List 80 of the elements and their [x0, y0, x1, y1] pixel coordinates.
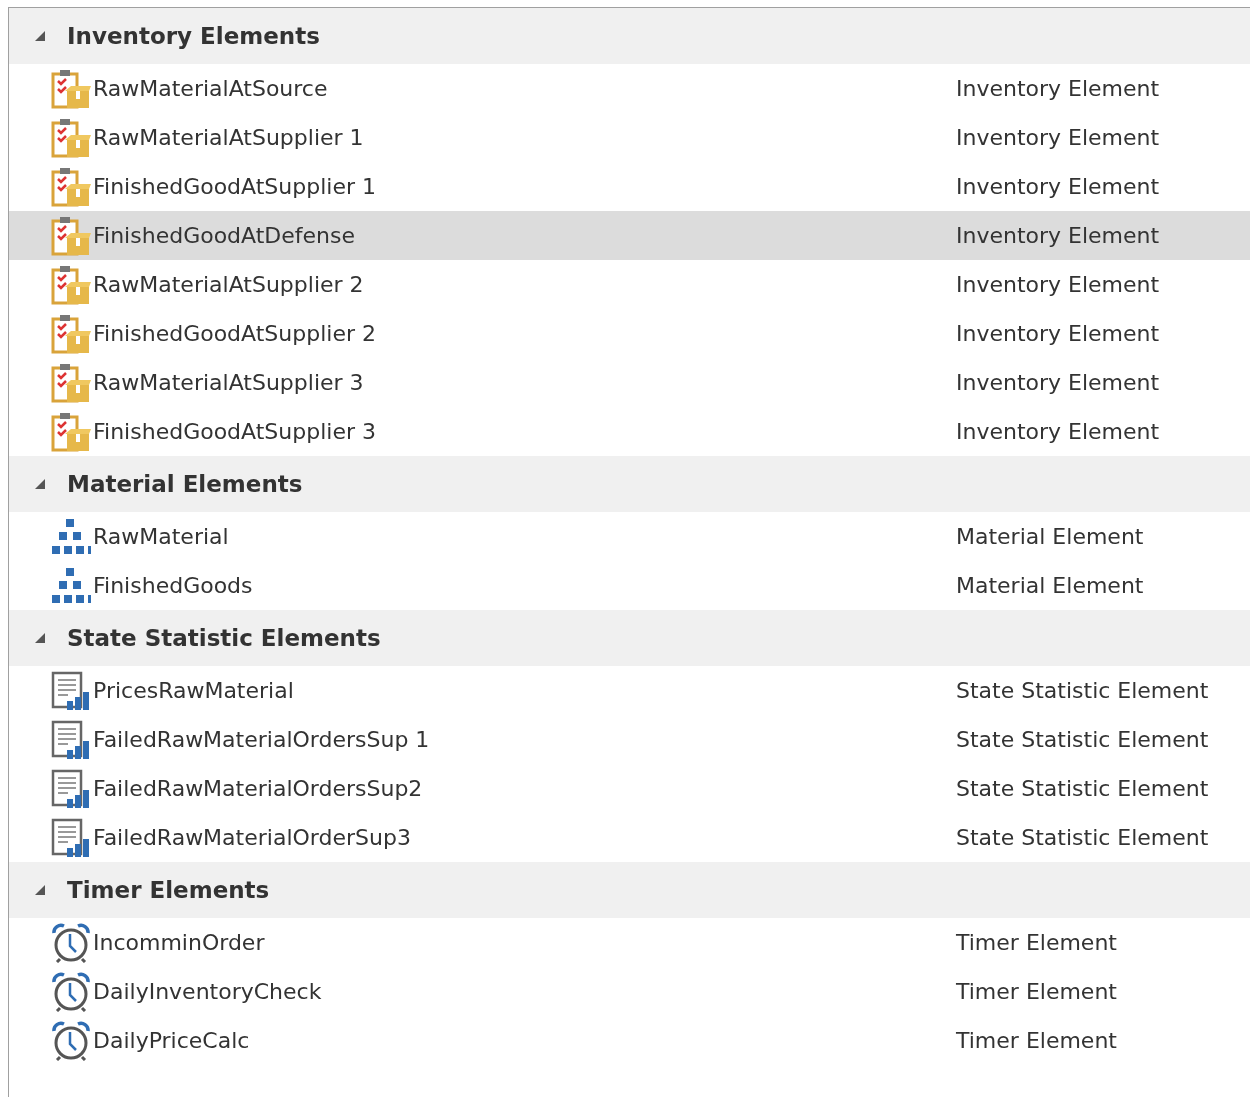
list-row[interactable]: RawMaterial Material Element: [9, 512, 1250, 561]
element-name: FinishedGoodAtDefense: [93, 223, 357, 248]
element-name: RawMaterialAtSource: [93, 76, 329, 101]
element-type: Material Element: [956, 524, 1144, 549]
list-row[interactable]: FinishedGoodAtSupplier 1 Inventory Element: [9, 162, 1250, 211]
element-name: RawMaterialAtSupplier 3: [93, 370, 365, 395]
element-type: Inventory Element: [956, 272, 1160, 297]
element-type: Inventory Element: [956, 223, 1160, 248]
clipboard-box-icon: [51, 117, 91, 158]
element-name: PricesRawMaterial: [93, 678, 295, 703]
pyramid-blocks-icon: [51, 565, 91, 606]
element-type: Material Element: [956, 573, 1144, 598]
clipboard-box-icon: [51, 215, 91, 256]
group-title: State Statistic Elements: [67, 625, 381, 651]
list-row[interactable]: IncomminOrder Timer Element: [9, 918, 1250, 967]
group-header[interactable]: Inventory Elements: [9, 8, 1250, 64]
list-row[interactable]: RawMaterialAtSupplier 1 Inventory Element: [9, 113, 1250, 162]
clipboard-box-icon: [51, 264, 91, 305]
element-type: State Statistic Element: [956, 727, 1209, 752]
element-type: Inventory Element: [956, 125, 1160, 150]
list-row[interactable]: FinishedGoodAtSupplier 3 Inventory Element: [9, 407, 1250, 456]
element-type: State Statistic Element: [956, 825, 1209, 850]
element-name: DailyPriceCalc: [93, 1028, 251, 1053]
group-header[interactable]: Timer Elements: [9, 862, 1250, 918]
group-title: Material Elements: [67, 471, 303, 497]
group-title: Inventory Elements: [67, 23, 320, 49]
element-name: FailedRawMaterialOrdersSup2: [93, 776, 424, 801]
element-type: Inventory Element: [956, 76, 1160, 101]
element-name: FinishedGoodAtSupplier 3: [93, 419, 377, 444]
element-name: FailedRawMaterialOrdersSup 1: [93, 727, 431, 752]
list-row[interactable]: RawMaterialAtSupplier 2 Inventory Element: [9, 260, 1250, 309]
list-row[interactable]: RawMaterialAtSupplier 3 Inventory Element: [9, 358, 1250, 407]
element-name: IncomminOrder: [93, 930, 266, 955]
report-chart-icon: [51, 670, 91, 711]
element-name: FinishedGoodAtSupplier 2: [93, 321, 377, 346]
element-type: Inventory Element: [956, 370, 1160, 395]
element-type: Timer Element: [956, 930, 1117, 955]
list-row[interactable]: PricesRawMaterial State Statistic Element: [9, 666, 1250, 715]
alarm-clock-icon: [51, 922, 91, 963]
collapse-arrow-icon[interactable]: [33, 883, 47, 897]
element-name: FailedRawMaterialOrderSup3: [93, 825, 412, 850]
list-row[interactable]: DailyInventoryCheck Timer Element: [9, 967, 1250, 1016]
list-row[interactable]: RawMaterialAtSource Inventory Element: [9, 64, 1250, 113]
list-row[interactable]: FailedRawMaterialOrderSup3 State Statistic Element: [9, 813, 1250, 862]
group-title: Timer Elements: [67, 877, 270, 903]
element-type: Inventory Element: [956, 419, 1160, 444]
element-type: Timer Element: [956, 979, 1117, 1004]
report-chart-icon: [51, 817, 91, 858]
element-type: Inventory Element: [956, 321, 1160, 346]
element-name: RawMaterial: [93, 524, 230, 549]
list-row[interactable]: FinishedGoods Material Element: [9, 561, 1250, 610]
clipboard-box-icon: [51, 362, 91, 403]
clipboard-box-icon: [51, 68, 91, 109]
element-name: RawMaterialAtSupplier 1: [93, 125, 365, 150]
report-chart-icon: [51, 768, 91, 809]
alarm-clock-icon: [51, 971, 91, 1012]
group-header[interactable]: Material Elements: [9, 456, 1250, 512]
list-row[interactable]: FailedRawMaterialOrdersSup2 State Statistic Element: [9, 764, 1250, 813]
element-name: FinishedGoodAtSupplier 1: [93, 174, 377, 199]
element-name: RawMaterialAtSupplier 2: [93, 272, 365, 297]
collapse-arrow-icon[interactable]: [33, 477, 47, 491]
list-row[interactable]: DailyPriceCalc Timer Element: [9, 1016, 1250, 1065]
element-type: Timer Element: [956, 1028, 1117, 1053]
element-name: FinishedGoods: [93, 573, 254, 598]
pyramid-blocks-icon: [51, 516, 91, 557]
report-chart-icon: [51, 719, 91, 760]
clipboard-box-icon: [51, 411, 91, 452]
collapse-arrow-icon[interactable]: [33, 631, 47, 645]
list-row[interactable]: FinishedGoodAtDefense Inventory Element: [9, 211, 1250, 260]
collapse-arrow-icon[interactable]: [33, 29, 47, 43]
group-header[interactable]: State Statistic Elements: [9, 610, 1250, 666]
clipboard-box-icon: [51, 313, 91, 354]
element-type: State Statistic Element: [956, 678, 1209, 703]
list-row[interactable]: FailedRawMaterialOrdersSup 1 State Statistic Element: [9, 715, 1250, 764]
alarm-clock-icon: [51, 1020, 91, 1061]
element-type: Inventory Element: [956, 174, 1160, 199]
clipboard-box-icon: [51, 166, 91, 207]
list-row[interactable]: FinishedGoodAtSupplier 2 Inventory Element: [9, 309, 1250, 358]
element-type: State Statistic Element: [956, 776, 1209, 801]
element-name: DailyInventoryCheck: [93, 979, 323, 1004]
